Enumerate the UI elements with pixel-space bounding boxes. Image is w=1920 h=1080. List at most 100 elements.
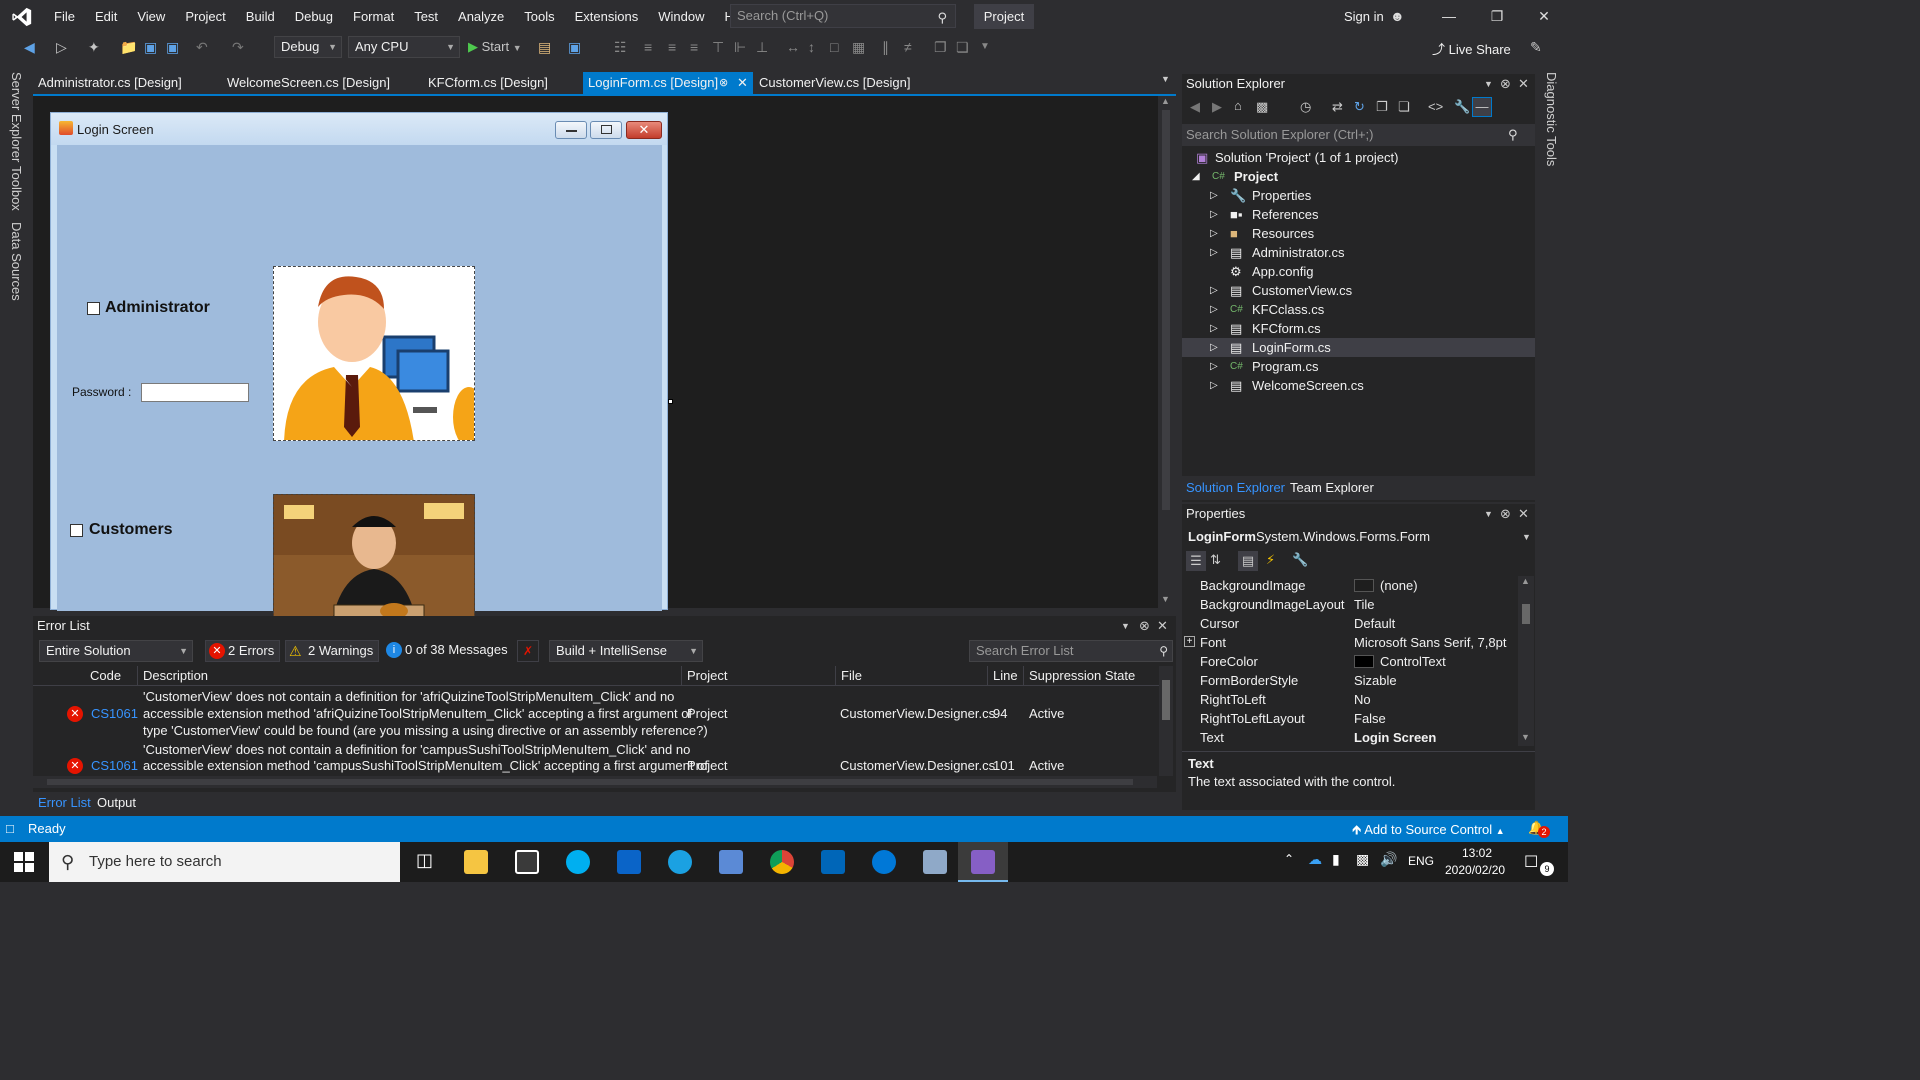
property-row[interactable]: ForeColor ControlText [1182,652,1518,671]
live-share-button[interactable]: ⤴ Live Share [1432,39,1511,58]
property-value[interactable]: No [1354,690,1371,709]
chrome-icon[interactable] [770,850,794,874]
edge-icon[interactable] [872,850,896,874]
collapse-arrow-icon[interactable]: ▷ [1210,338,1218,357]
pin-icon[interactable]: ⊗ [1500,74,1511,94]
close-panel-icon[interactable]: ✕ [1157,616,1168,636]
column-header-project[interactable]: Project [681,666,727,686]
align-rights-icon[interactable]: ≡ [690,37,698,57]
collapse-arrow-icon[interactable]: ▷ [1210,205,1218,224]
property-row[interactable]: Text Login Screen [1182,728,1518,747]
property-row[interactable]: BackgroundImageLayout Tile [1182,595,1518,614]
file-explorer-icon[interactable] [464,850,488,874]
property-row[interactable]: RightToLeftLayout False [1182,709,1518,728]
open-file-icon[interactable]: 📁 [120,37,137,57]
menu-view[interactable]: View [127,0,175,33]
navigate-forward-icon[interactable]: ▷ [56,37,67,57]
collapse-arrow-icon[interactable]: ▷ [1210,281,1218,300]
property-value[interactable]: ControlText [1380,652,1446,671]
bring-to-front-icon[interactable]: ❐ [934,37,947,57]
align-tops-icon[interactable]: ⊤ [712,37,724,57]
toolbox-tab[interactable]: Toolbox [9,166,24,211]
vscode-icon[interactable] [821,850,845,874]
restore-button[interactable]: ❐ [1474,0,1520,33]
column-header-code[interactable]: Code [85,666,121,686]
make-same-width-icon[interactable]: ↔ [786,37,800,57]
administrator-checkbox[interactable] [87,302,100,315]
save-all-icon[interactable]: ▣ [166,37,179,57]
property-value[interactable]: False [1354,709,1386,728]
expand-arrow-icon[interactable]: ◢ [1192,167,1200,186]
new-project-icon[interactable]: ✦ [88,37,100,57]
feedback-icon[interactable]: ✎ [1530,37,1542,57]
network-icon[interactable]: ▩ [1356,851,1369,868]
tree-item-welcomescreen[interactable]: ▷ ▤ WelcomeScreen.cs [1182,376,1535,395]
close-panel-icon[interactable]: ✕ [1518,504,1529,524]
data-sources-tab[interactable]: Data Sources [9,222,24,301]
build-filter-dropdown[interactable]: Build + IntelliSense ▼ [549,640,703,662]
control-panel-icon[interactable] [719,850,743,874]
quick-launch-search[interactable]: Search (Ctrl+Q) ⚲ [730,4,956,28]
tree-item-kfcclass[interactable]: ▷ C# KFCclass.cs [1182,300,1535,319]
form-close-button[interactable]: ✕ [626,121,662,139]
clock-date[interactable]: 2020/02/20 [1445,863,1505,877]
collapse-all-icon[interactable]: ❐ [1376,99,1388,115]
show-hidden-icons[interactable]: ⌃ [1284,852,1294,866]
toolbar-overflow-icon[interactable]: ▼ [980,37,990,57]
scope-dropdown[interactable]: Entire Solution ▼ [39,640,193,662]
menu-build[interactable]: Build [236,0,285,33]
property-row[interactable]: Cursor Default [1182,614,1518,633]
scroll-down-icon[interactable]: ▼ [1521,732,1530,742]
events-icon[interactable]: ⚡ [1266,552,1275,568]
collapse-arrow-icon[interactable]: ▷ [1210,243,1218,262]
table-row[interactable]: ✕ CS1061 'CustomerView' does not contain… [33,742,1159,776]
property-row[interactable]: FormBorderStyle Sizable [1182,671,1518,690]
object-selector[interactable]: LoginForm System.Windows.Forms.Form ▼ [1182,527,1535,547]
show-all-files-icon[interactable]: ❏ [1398,99,1410,115]
alphabetical-icon[interactable]: ⇅ [1210,552,1221,568]
error-list-search[interactable]: Search Error List ⚲ [969,640,1173,662]
tab-output[interactable]: Output [97,792,136,814]
menu-tools[interactable]: Tools [514,0,564,33]
resize-handle[interactable] [668,399,673,404]
solution-platform-dropdown[interactable]: Any CPU ▼ [348,36,460,58]
tree-item-resources[interactable]: ▷ ■ Resources [1182,224,1535,243]
close-button[interactable]: ✕ [1521,0,1567,33]
collapse-arrow-icon[interactable]: ▷ [1210,319,1218,338]
send-to-back-icon[interactable]: ❏ [956,37,969,57]
error-code-link[interactable]: CS1061 [91,758,138,773]
close-tab-icon[interactable]: ✕ [737,72,748,94]
navigate-back-icon[interactable]: ◀ [24,37,35,57]
tab-solution-explorer[interactable]: Solution Explorer [1186,476,1285,500]
tree-item-customerview[interactable]: ▷ ▤ CustomerView.cs [1182,281,1535,300]
tree-item-app-config[interactable]: ⚙ App.config [1182,262,1535,281]
menu-edit[interactable]: Edit [85,0,127,33]
notepad-icon[interactable] [923,850,947,874]
vertical-spacing-icon[interactable]: ≠ [904,37,912,57]
property-value[interactable]: Sizable [1354,671,1397,690]
pin-icon[interactable]: ⊗ [1500,504,1511,524]
volume-icon[interactable]: 🔊 [1380,851,1397,868]
menu-debug[interactable]: Debug [285,0,343,33]
menu-window[interactable]: Window [648,0,714,33]
make-same-size-icon[interactable]: □ [830,37,838,57]
scroll-thumb[interactable] [1162,680,1170,720]
collapse-arrow-icon[interactable]: ▷ [1210,357,1218,376]
language-indicator[interactable]: ENG [1408,854,1434,868]
user-icon[interactable]: ☻ [1390,8,1405,24]
panel-menu-icon[interactable]: ▼ [1484,74,1493,94]
server-explorer-tab[interactable]: Server Explorer [9,72,24,162]
column-header-file[interactable]: File [835,666,862,686]
properties-icon[interactable]: 🔧 [1454,99,1470,115]
tree-item-references[interactable]: ▷ ■▪ References [1182,205,1535,224]
tab-welcomescreen-design[interactable]: WelcomeScreen.cs [Design] [222,72,395,94]
collapse-arrow-icon[interactable]: ▷ [1210,376,1218,395]
column-header-line[interactable]: Line [987,666,1018,686]
battery-icon[interactable]: ▮ [1332,851,1340,868]
tab-error-list[interactable]: Error List [38,792,91,814]
tree-item-program[interactable]: ▷ C# Program.cs [1182,357,1535,376]
sign-in-link[interactable]: Sign in [1344,9,1384,24]
property-row[interactable]: BackgroundImage (none) [1182,576,1518,595]
store-icon[interactable] [515,850,539,874]
errors-filter-button[interactable]: ✕ 2 Errors [205,640,281,662]
